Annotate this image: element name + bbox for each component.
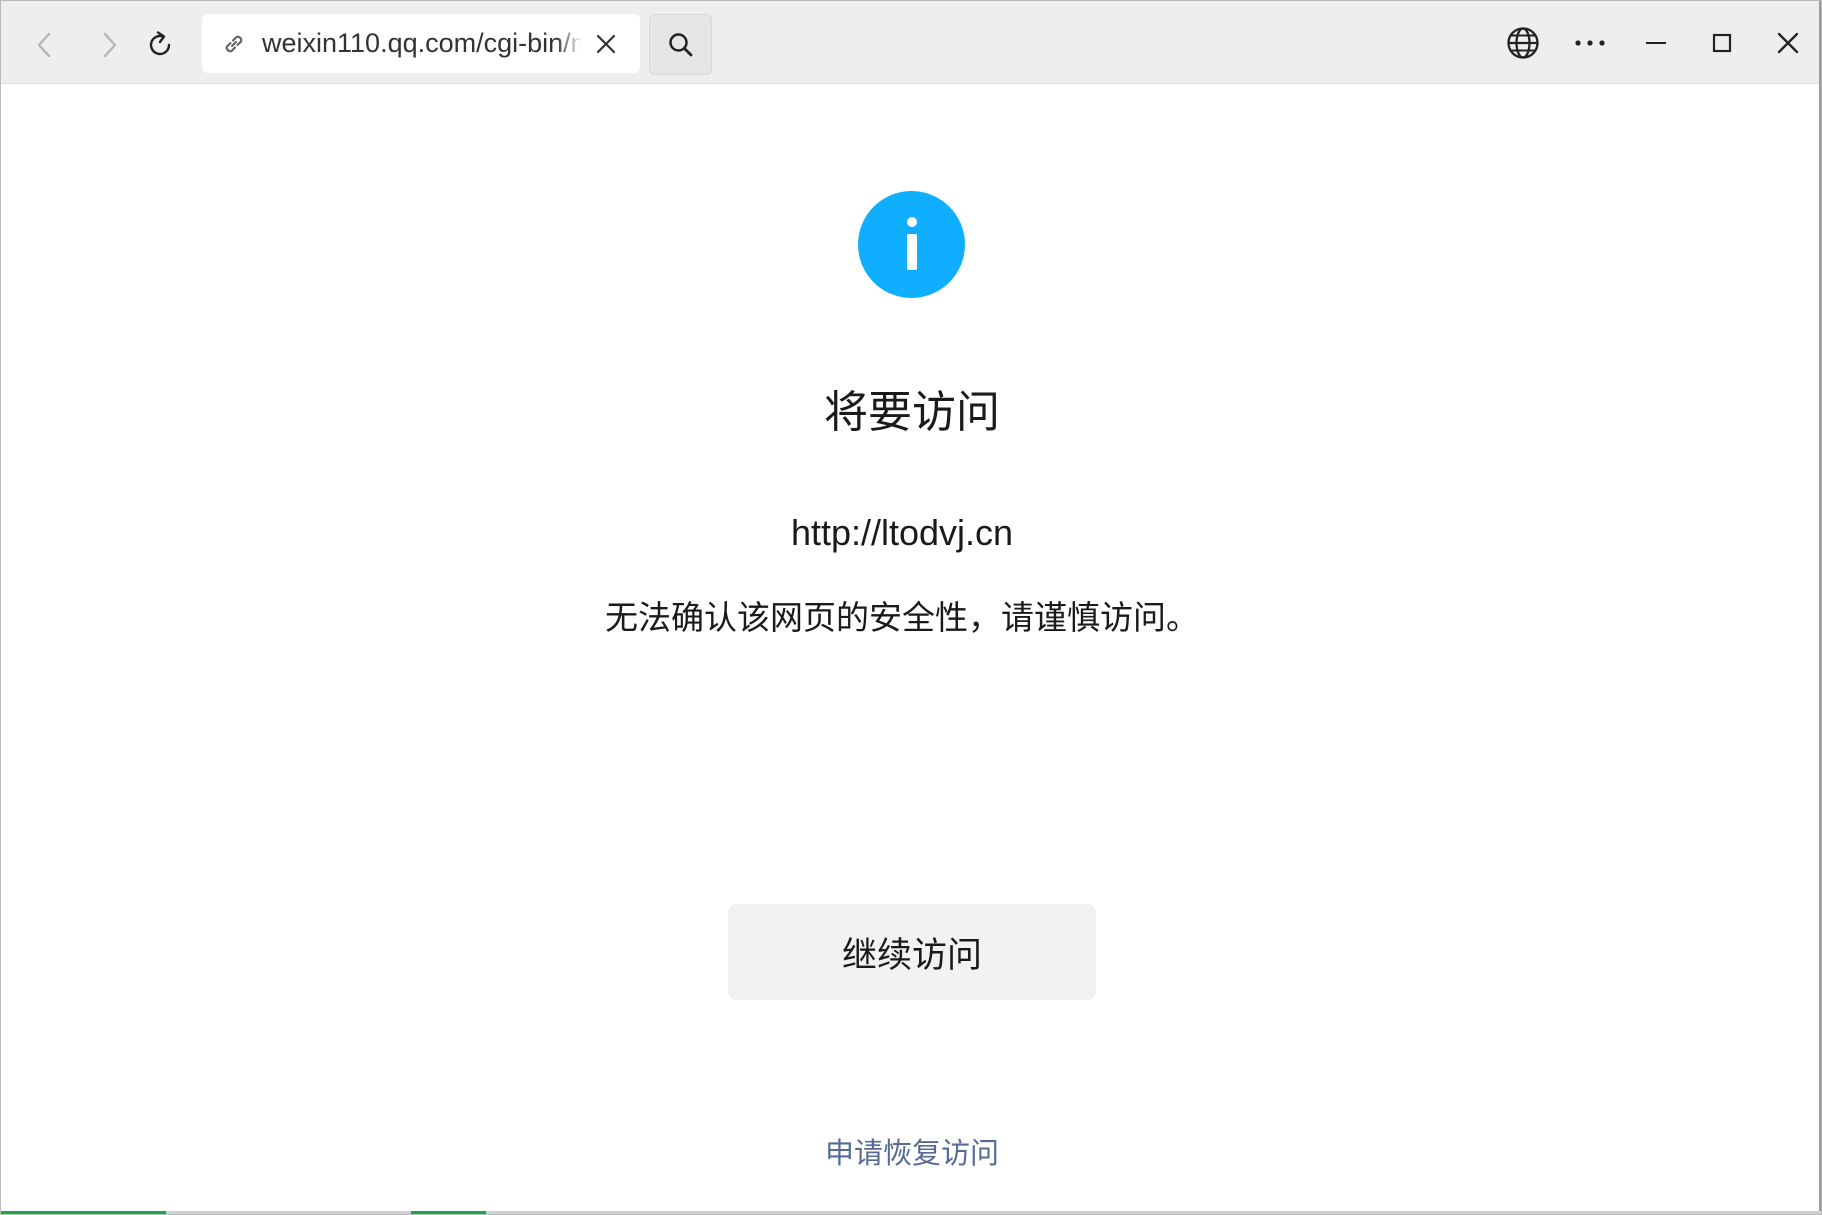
search-button[interactable] <box>649 14 712 75</box>
more-icon <box>1575 40 1605 46</box>
page-title: 将要访问 <box>824 387 1000 438</box>
reload-button[interactable] <box>130 15 190 75</box>
close-window-button[interactable] <box>1760 15 1816 71</box>
maximize-icon <box>1712 33 1732 53</box>
maximize-button[interactable] <box>1694 15 1750 71</box>
address-url[interactable]: weixin110.qq.com/cgi-bin/mmspamsupport-b… <box>262 14 582 73</box>
globe-icon <box>1507 27 1539 59</box>
minimize-icon <box>1646 42 1666 44</box>
more-button[interactable] <box>1562 15 1618 71</box>
page-content: 将要访问 http://ltodvj.cn 无法确认该网页的安全性，请谨慎访问。… <box>1 84 1821 1214</box>
target-url: http://ltodvj.cn <box>790 512 1014 553</box>
chevron-left-icon <box>37 32 51 58</box>
chevron-right-icon <box>103 32 117 58</box>
continue-button[interactable]: 继续访问 <box>728 904 1096 1000</box>
address-bar[interactable]: weixin110.qq.com/cgi-bin/mmspamsupport-b… <box>202 14 640 73</box>
language-button[interactable] <box>1495 15 1551 71</box>
reload-icon <box>149 31 171 56</box>
close-icon <box>1777 32 1799 54</box>
window-edge <box>1819 1 1821 1214</box>
search-icon <box>668 32 692 56</box>
taskbar-strip <box>1 1211 1821 1214</box>
info-icon <box>858 191 965 298</box>
close-icon <box>596 34 616 54</box>
toolbar: weixin110.qq.com/cgi-bin/mmspamsupport-b… <box>1 1 1821 84</box>
clear-address-button[interactable] <box>590 28 622 60</box>
warning-message: 无法确认该网页的安全性，请谨慎访问。 <box>605 598 1199 637</box>
minimize-button[interactable] <box>1628 15 1684 71</box>
appeal-link[interactable]: 申请恢复访问 <box>1 1130 1821 1172</box>
link-icon <box>225 35 243 53</box>
browser-window: weixin110.qq.com/cgi-bin/mmspamsupport-b… <box>0 0 1822 1215</box>
back-button[interactable] <box>15 15 75 75</box>
